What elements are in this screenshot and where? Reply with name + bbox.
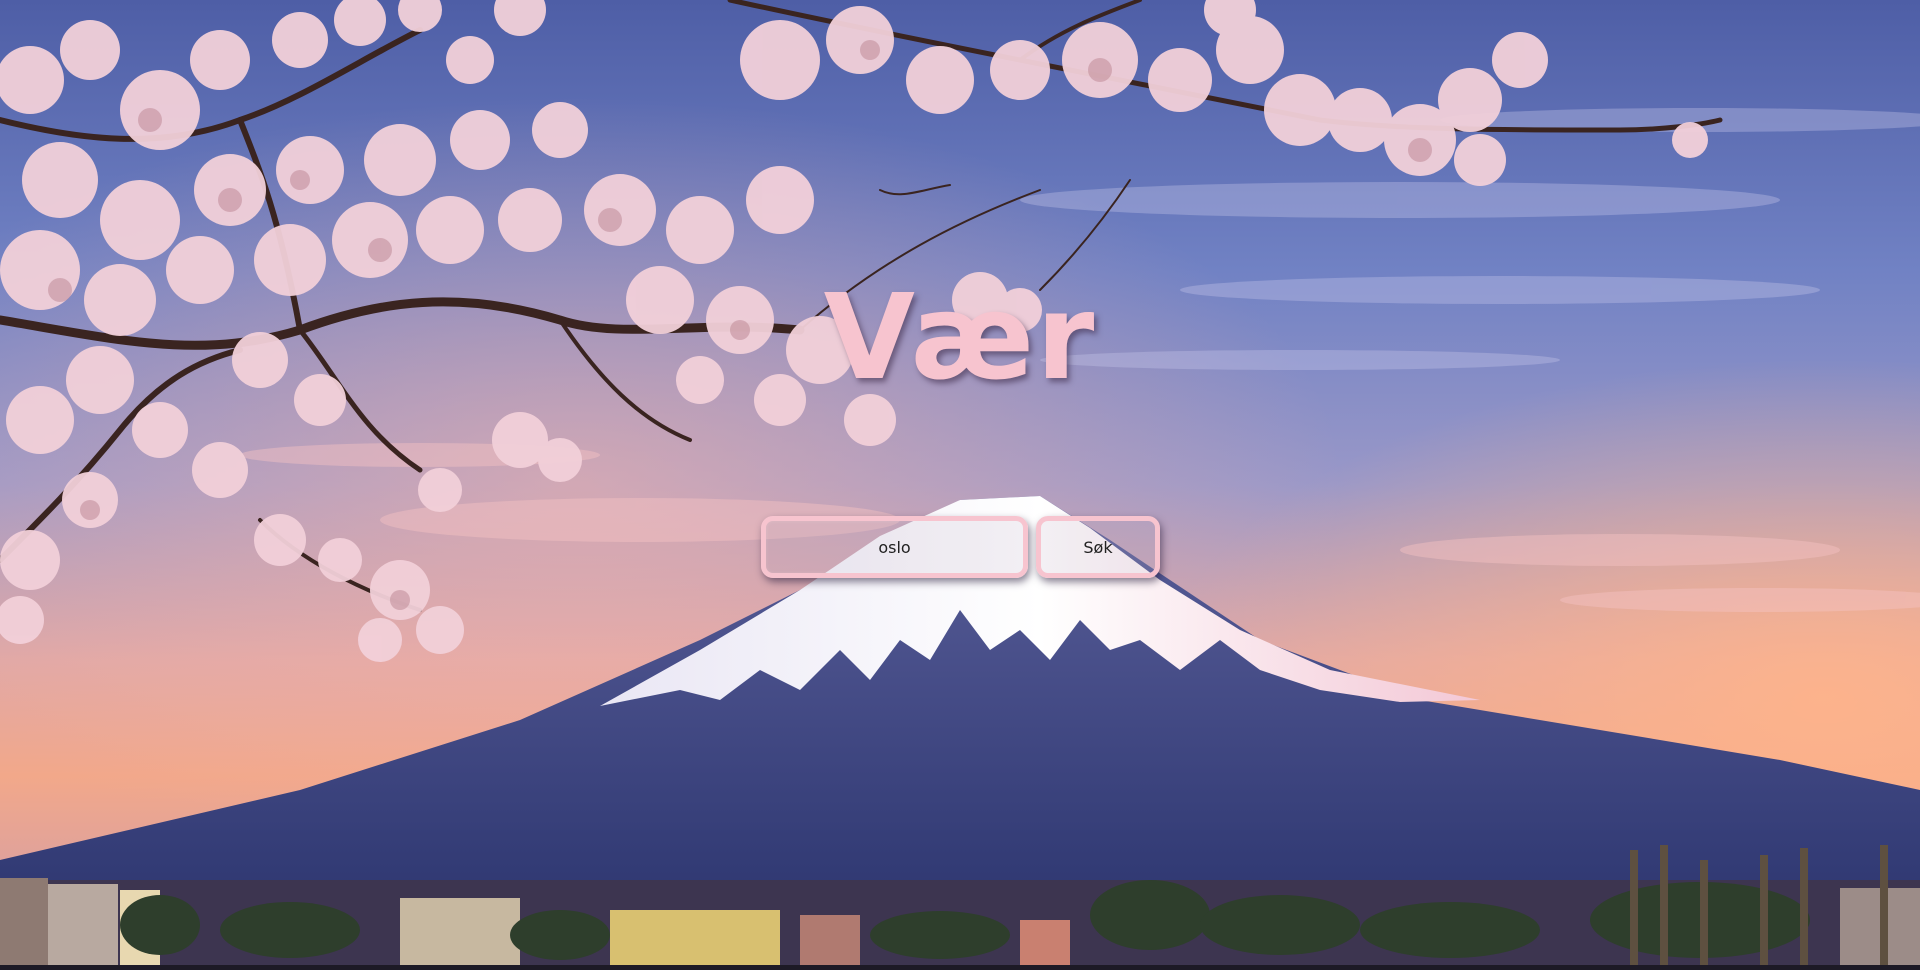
- city-search-form: Søk: [761, 516, 1160, 578]
- city-search-input[interactable]: [761, 516, 1028, 578]
- background-photo: [0, 0, 1920, 970]
- page-title: Vær: [823, 268, 1097, 406]
- search-button[interactable]: Søk: [1036, 516, 1160, 578]
- weather-page: Vær Søk: [0, 0, 1920, 970]
